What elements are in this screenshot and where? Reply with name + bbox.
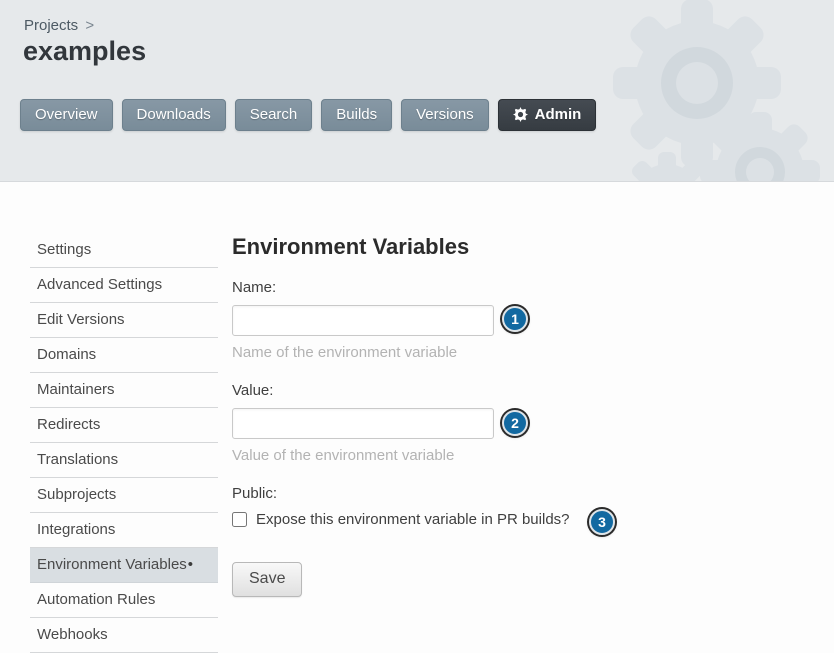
nav-overview-button[interactable]: Overview [20, 99, 113, 131]
sidebar-item-settings[interactable]: Settings [30, 233, 218, 268]
page-header: Projects > examples Overview Downloads S… [0, 0, 834, 182]
breadcrumb-projects-link[interactable]: Projects [24, 17, 78, 34]
sidebar-item-automation-rules[interactable]: Automation Rules [30, 583, 218, 618]
annotation-badge-3: 3 [589, 509, 615, 535]
section-heading: Environment Variables [232, 234, 672, 260]
breadcrumb: Projects > [24, 17, 94, 34]
sidebar-item-subprojects[interactable]: Subprojects [30, 478, 218, 513]
nav-downloads-button[interactable]: Downloads [122, 99, 226, 131]
public-checkbox-label: Expose this environment variable in PR b… [256, 511, 570, 528]
active-item-bullet: • [188, 556, 193, 573]
content-area: Environment Variables Name: Name of the … [232, 234, 672, 597]
name-help-text: Name of the environment variable [232, 344, 672, 361]
sidebar-item-label: Environment Variables [37, 556, 187, 573]
sidebar-item-translations[interactable]: Translations [30, 443, 218, 478]
nav-search-button[interactable]: Search [235, 99, 313, 131]
sidebar-item-maintainers[interactable]: Maintainers [30, 373, 218, 408]
name-input[interactable] [232, 305, 494, 336]
value-field-label: Value: [232, 382, 672, 399]
sidebar-item-integrations[interactable]: Integrations [30, 513, 218, 548]
decorative-gears-icon [584, 0, 834, 182]
nav-builds-button[interactable]: Builds [321, 99, 392, 131]
sidebar-item-redirects[interactable]: Redirects [30, 408, 218, 443]
nav-versions-button[interactable]: Versions [401, 99, 489, 131]
name-field-label: Name: [232, 279, 672, 296]
project-nav: Overview Downloads Search Builds Version… [20, 99, 596, 131]
sidebar-item-edit-versions[interactable]: Edit Versions [30, 303, 218, 338]
public-checkbox[interactable] [232, 512, 247, 527]
page-title: examples [23, 36, 146, 67]
save-button[interactable]: Save [232, 562, 302, 597]
nav-admin-button[interactable]: Admin [498, 99, 597, 131]
public-field-label: Public: [232, 485, 672, 502]
value-input[interactable] [232, 408, 494, 439]
breadcrumb-separator: > [85, 17, 94, 34]
value-help-text: Value of the environment variable [232, 447, 672, 464]
annotation-badge-1: 1 [502, 306, 528, 332]
annotation-badge-2: 2 [502, 410, 528, 436]
sidebar-item-advanced-settings[interactable]: Advanced Settings [30, 268, 218, 303]
admin-sidebar: Settings Advanced Settings Edit Versions… [30, 233, 218, 653]
sidebar-item-webhooks[interactable]: Webhooks [30, 618, 218, 653]
sidebar-item-environment-variables[interactable]: Environment Variables• [30, 548, 218, 583]
sidebar-item-domains[interactable]: Domains [30, 338, 218, 373]
gear-icon [513, 107, 528, 122]
nav-admin-label: Admin [535, 106, 582, 123]
